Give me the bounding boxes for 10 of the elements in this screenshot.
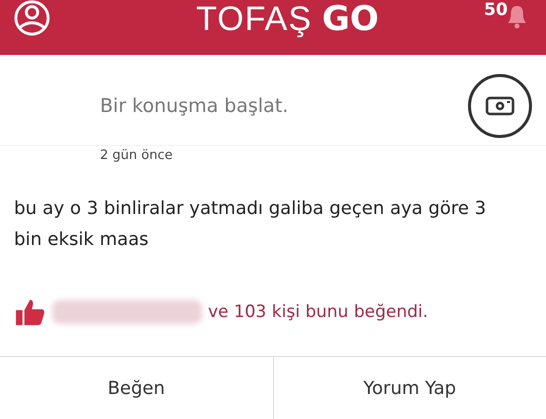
notification-count: 50 [484,0,508,20]
camera-icon [485,95,515,117]
logo-text: TOFAŞ [196,0,312,38]
logo-text: GO [322,0,379,38]
post-text: bu ay o 3 binliralar yatmadı galiba geçen aya göre 3 bin eksik maas [14,197,488,252]
profile-icon[interactable] [13,0,51,36]
likes-text[interactable]: ve 103 kişi bunu beğendi. [208,302,428,322]
thumbs-up-icon [14,297,46,327]
message-field[interactable]: Bir konuşma başlat. [98,94,402,118]
post-time: 2 gün önce [99,148,174,163]
